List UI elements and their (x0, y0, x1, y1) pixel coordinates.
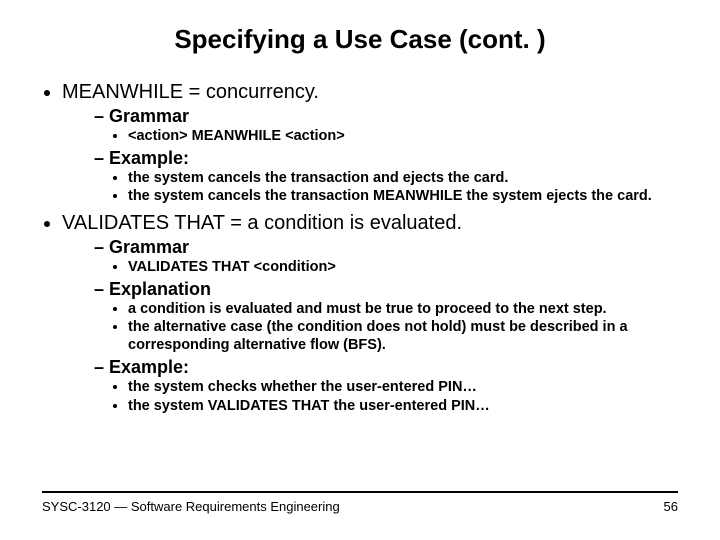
sub-grammar: Grammar <action> MEANWHILE <action> (94, 106, 678, 146)
example-item: the system cancels the transaction and e… (128, 170, 678, 188)
example-item: the system cancels the transaction MEANW… (128, 188, 678, 206)
explanation-item: the alternative case (the condition does… (128, 319, 678, 354)
sub-grammar: Grammar VALIDATES THAT <condition> (94, 237, 678, 277)
explanation-item: a condition is evaluated and must be tru… (128, 301, 678, 319)
bullet-validates: VALIDATES THAT = a condition is evaluate… (62, 212, 678, 415)
sub-label: Example: (109, 357, 189, 377)
bullet-text: MEANWHILE = concurrency. (62, 81, 319, 103)
sub-label: Explanation (109, 279, 211, 299)
sub-example: Example: the system cancels the transact… (94, 148, 678, 206)
footer-page-number: 56 (664, 499, 678, 514)
example-item: the system VALIDATES THAT the user-enter… (128, 398, 678, 416)
sub-example: Example: the system checks whether the u… (94, 357, 678, 415)
grammar-item: <action> MEANWHILE <action> (128, 128, 678, 146)
bullet-meanwhile: MEANWHILE = concurrency. Grammar <action… (62, 81, 678, 206)
footer: SYSC-3120 — Software Requirements Engine… (42, 491, 678, 514)
example-item: the system checks whether the user-enter… (128, 379, 678, 397)
content-list: MEANWHILE = concurrency. Grammar <action… (42, 81, 678, 415)
sub-label: Example: (109, 148, 189, 168)
footer-course: SYSC-3120 — Software Requirements Engine… (42, 499, 340, 514)
sub-label: Grammar (109, 106, 189, 126)
slide-title: Specifying a Use Case (cont. ) (42, 24, 678, 55)
footer-divider (42, 491, 678, 493)
grammar-item: VALIDATES THAT <condition> (128, 259, 678, 277)
sub-explanation: Explanation a condition is evaluated and… (94, 279, 678, 355)
slide: Specifying a Use Case (cont. ) MEANWHILE… (0, 0, 720, 540)
sub-label: Grammar (109, 237, 189, 257)
bullet-text: VALIDATES THAT = a condition is evaluate… (62, 212, 462, 234)
